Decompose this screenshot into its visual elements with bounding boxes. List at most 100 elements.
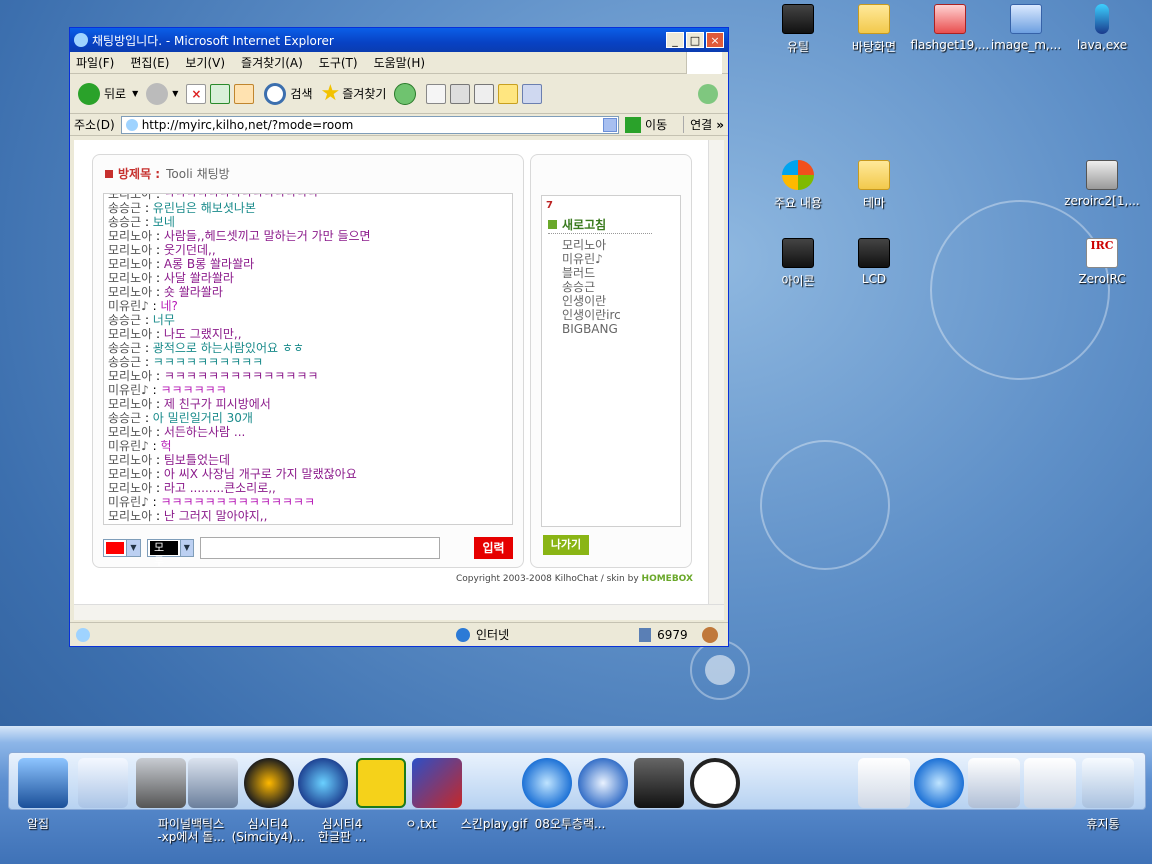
home-icon[interactable] xyxy=(234,83,255,104)
refresh-icon[interactable] xyxy=(210,83,231,104)
message-text: 제 친구가 피시방에서 xyxy=(163,397,271,411)
internet-explorer-icon[interactable] xyxy=(522,758,572,808)
dock-label[interactable]: 파이널백틱스 -xp에서 돌... xyxy=(148,818,234,844)
butterfly-icon[interactable] xyxy=(298,758,348,808)
user-item[interactable]: 인생이란irc xyxy=(562,308,621,322)
menu-file[interactable]: 파일(F) xyxy=(76,54,114,71)
clock-icon[interactable] xyxy=(690,758,740,808)
ie-toy-icon[interactable] xyxy=(356,758,406,808)
chat-message: 모리노아 : 나도 그랬지만,, xyxy=(108,327,508,341)
research-icon[interactable] xyxy=(522,83,543,104)
desktop-icon-image[interactable]: image_m,... xyxy=(984,4,1068,52)
back-button[interactable]: 뒤로 ▼ xyxy=(78,82,138,105)
target-select[interactable]: 모두 ▼ xyxy=(147,539,195,568)
menu-help[interactable]: 도움말(H) xyxy=(374,54,426,71)
message-text: ㅋㅋㅋㅋㅋㅋ xyxy=(160,383,227,397)
chat-message: 송승근 : 유린님은 해보셧나본 xyxy=(108,201,508,215)
message-text: 네? xyxy=(160,299,178,313)
window-thumbnail-icon[interactable] xyxy=(968,758,1020,808)
horizontal-scrollbar[interactable] xyxy=(74,604,724,620)
desktop-icon-desktop[interactable]: 바탕화면 xyxy=(832,4,916,55)
messenger-icon[interactable] xyxy=(698,83,718,104)
close-button[interactable]: × xyxy=(706,32,724,48)
print-icon[interactable] xyxy=(450,83,471,104)
desktop-icon-theme[interactable]: 테마 xyxy=(832,160,916,211)
forward-button[interactable]: ▼ xyxy=(146,82,178,105)
window-thumbnail-icon[interactable] xyxy=(1024,758,1076,808)
maximize-button[interactable]: □ xyxy=(686,32,704,48)
color-select[interactable]: ▼ xyxy=(103,539,141,557)
dock-label[interactable]: 휴지통 xyxy=(1078,818,1128,831)
user-item[interactable]: 인생이란 xyxy=(562,294,621,308)
message-text: ㅋㅋㅋㅋㅋㅋㅋㅋㅋㅋ xyxy=(152,355,264,369)
dock-label[interactable]: 알집 xyxy=(18,818,58,831)
send-button[interactable]: 입력 xyxy=(474,537,513,559)
desktop-icon-util[interactable]: 유틸 xyxy=(756,4,840,55)
message-text: 라고 .........큰소리로,, xyxy=(163,481,276,495)
file-icon[interactable] xyxy=(78,758,128,808)
message-nick: 모리노아 xyxy=(108,467,153,481)
edit-icon[interactable] xyxy=(474,83,495,104)
menu-favorites[interactable]: 즐겨찾기(A) xyxy=(241,54,303,71)
search-button[interactable]: 검색 xyxy=(264,82,313,105)
menu-tools[interactable]: 도구(T) xyxy=(319,54,358,71)
user-item[interactable]: BIGBANG xyxy=(562,322,621,336)
exit-button[interactable]: 나가기 xyxy=(543,535,589,555)
windows-icon[interactable] xyxy=(244,758,294,808)
vertical-scrollbar[interactable] xyxy=(708,140,724,604)
zone-label: 인터넷 xyxy=(476,628,510,642)
internet-explorer-icon[interactable] xyxy=(914,758,964,808)
network-icon[interactable] xyxy=(578,758,628,808)
msn-icon[interactable] xyxy=(412,758,462,808)
dock-label[interactable]: 08오투층랙... xyxy=(532,818,608,831)
dock-label[interactable]: ㅇ,txt xyxy=(396,818,446,831)
user-item[interactable]: 블러드 xyxy=(562,266,621,280)
desktop-icon-icons[interactable]: 아이콘 xyxy=(756,238,840,289)
dock-label[interactable]: 스킨play,gif xyxy=(458,818,530,831)
history-icon[interactable] xyxy=(394,82,417,105)
chat-input[interactable] xyxy=(200,537,440,559)
chevron-right-icon[interactable]: » xyxy=(716,118,724,132)
favorites-button[interactable]: ★ 즐겨찾기 xyxy=(321,81,387,106)
settings-icon[interactable] xyxy=(188,758,238,808)
user-item[interactable]: 미유린♪ xyxy=(562,252,621,266)
discuss-icon[interactable] xyxy=(498,83,519,104)
desktop-icon-zeroirc2[interactable]: zeroirc2[1,... xyxy=(1060,160,1144,208)
message-text: 너무 xyxy=(152,313,175,327)
address-input[interactable]: http://myirc,kilho,net/?mode=room xyxy=(120,115,620,134)
ie-icon xyxy=(74,33,88,47)
desktop-icon-zeroirc[interactable]: IRC ZeroIRC xyxy=(1060,238,1144,286)
dock-label[interactable]: 심시티4 한글판 ... xyxy=(306,818,378,844)
links-button[interactable]: 연결 xyxy=(683,116,712,133)
title-bar[interactable]: 채팅방입니다. - Microsoft Internet Explorer _ … xyxy=(70,28,728,52)
camera-icon[interactable] xyxy=(136,758,186,808)
desktop-icon-lava[interactable]: lava,exe xyxy=(1060,4,1144,52)
menu-view[interactable]: 보기(V) xyxy=(185,54,225,71)
message-separator: : xyxy=(152,369,164,383)
user-names: 모리노아 미유린♪ 블러드 송승근 인생이란 인생이란irc BIGBANG xyxy=(562,238,621,336)
trash-icon xyxy=(639,627,652,642)
search-icon xyxy=(264,82,287,105)
address-dropdown-icon[interactable] xyxy=(603,117,618,132)
image-icon xyxy=(1010,4,1042,34)
recycle-bin-icon[interactable] xyxy=(1082,758,1134,808)
menu-edit[interactable]: 편집(E) xyxy=(130,54,169,71)
mail-icon[interactable] xyxy=(426,83,447,104)
window-thumbnail-icon[interactable] xyxy=(858,758,910,808)
desktop-icon-lcd[interactable]: LCD xyxy=(832,238,916,286)
monitor-icon[interactable] xyxy=(18,758,68,808)
user-item[interactable]: 송승근 xyxy=(562,280,621,294)
stop-icon[interactable]: × xyxy=(186,83,207,104)
lava-lamp-icon xyxy=(1095,4,1109,34)
minimize-button[interactable]: _ xyxy=(666,32,684,48)
message-nick: 모리노아 xyxy=(108,193,153,201)
dock-device-icon[interactable] xyxy=(634,758,684,808)
refresh-link[interactable]: 새로고침 xyxy=(548,216,652,234)
desktop-icon-flashget[interactable]: flashget19,... xyxy=(908,4,992,52)
desktop-icon-main[interactable]: 주요 내용 xyxy=(756,160,840,211)
page-status-icon xyxy=(76,627,90,642)
user-item[interactable]: 모리노아 xyxy=(562,238,621,252)
dock-label[interactable]: 심시티4 (Simcity4)... xyxy=(228,818,308,844)
go-button[interactable]: 이동 xyxy=(625,116,667,133)
message-list[interactable]: 모리노아 : ㅋㅋㅋㅋㅋㅋㅋㅋㅋㅋㅋㅋㅋㅋ 송승근 : 유린님은 해보셧나본 송승근… xyxy=(103,193,513,525)
